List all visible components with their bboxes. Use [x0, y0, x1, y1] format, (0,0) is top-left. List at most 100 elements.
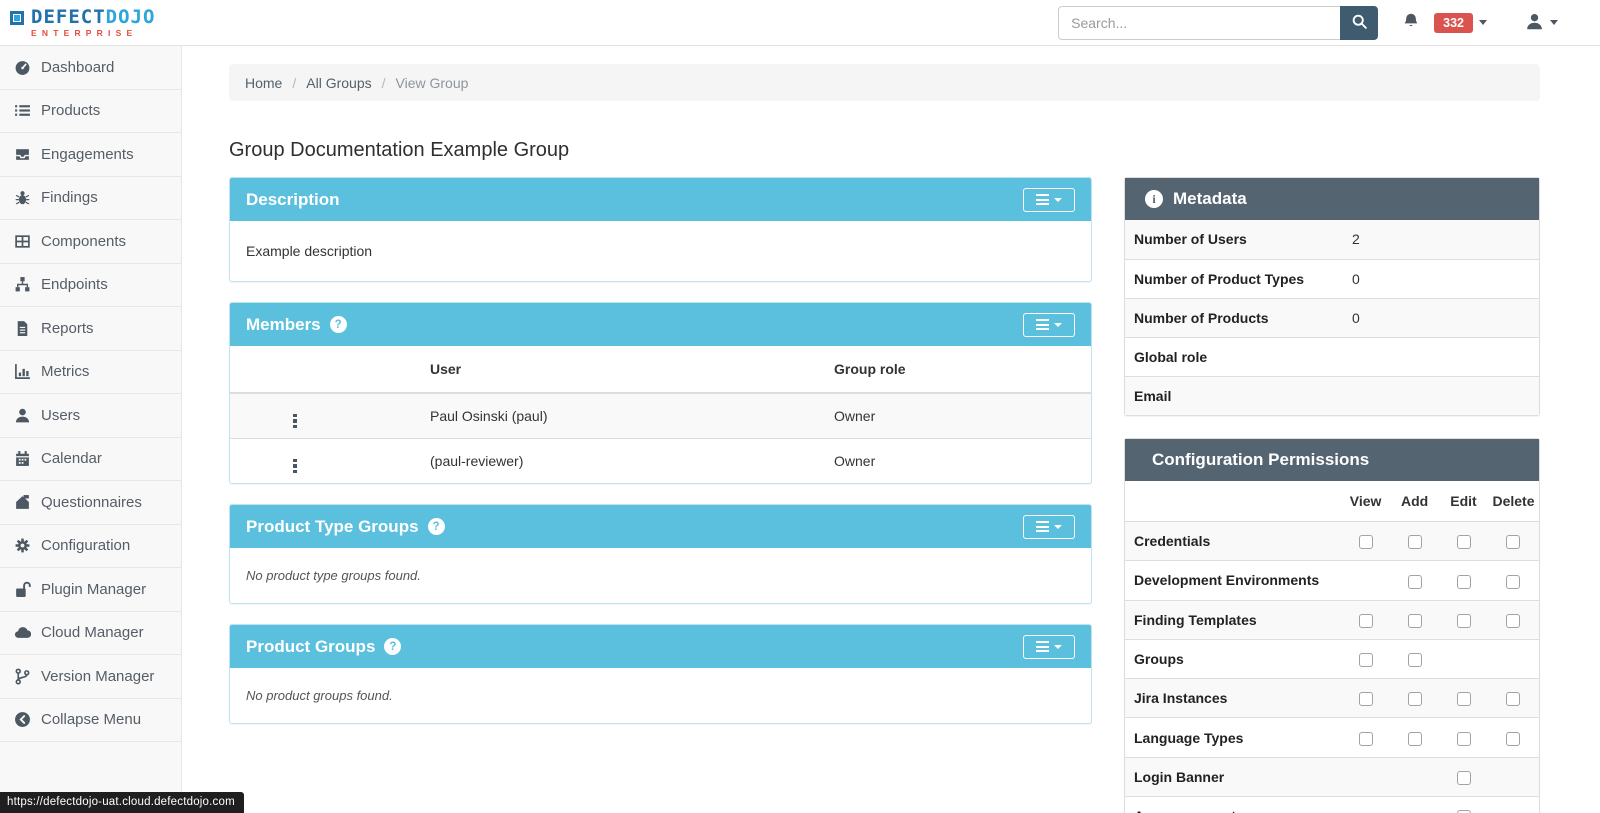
sidebar-item-label: Metrics: [41, 363, 89, 380]
member-row: Paul Osinski (paul)Owner: [230, 393, 1091, 439]
sidebar-item-plugin-manager[interactable]: Plugin Manager: [0, 568, 181, 612]
checkbox-finding-templates-delete[interactable]: [1506, 614, 1520, 628]
metadata-row: Global role: [1125, 337, 1539, 376]
permission-label: Login Banner: [1125, 757, 1341, 796]
metrics-icon: [14, 363, 31, 380]
permission-cell-edit: [1439, 561, 1488, 600]
sidebar-item-dashboard[interactable]: Dashboard: [0, 46, 181, 90]
permission-cell-add: [1390, 561, 1439, 600]
permission-cell-add: [1390, 600, 1439, 639]
checkbox-credentials-add[interactable]: [1408, 535, 1422, 549]
dashboard-icon: [14, 59, 31, 76]
checkbox-groups-view[interactable]: [1359, 653, 1373, 667]
checkbox-finding-templates-edit[interactable]: [1457, 614, 1471, 628]
description-panel-menu-button[interactable]: [1023, 188, 1075, 212]
search-group: [1058, 6, 1378, 40]
sidebar-item-components[interactable]: Components: [0, 220, 181, 264]
sidebar-item-label: Plugin Manager: [41, 581, 146, 598]
checkbox-finding-templates-view[interactable]: [1359, 614, 1373, 628]
sidebar-item-collapse-menu[interactable]: Collapse Menu: [0, 699, 181, 743]
checkbox-development-environments-delete[interactable]: [1506, 575, 1520, 589]
sidebar-item-findings[interactable]: Findings: [0, 177, 181, 221]
permission-cell-view: [1341, 600, 1390, 639]
checkbox-language-types-add[interactable]: [1408, 732, 1422, 746]
search-input[interactable]: [1058, 6, 1340, 40]
version-manager-icon: [14, 668, 31, 685]
sidebar-item-version-manager[interactable]: Version Manager: [0, 655, 181, 699]
metadata-row: Email: [1125, 376, 1539, 415]
sidebar-item-questionnaires[interactable]: Questionnaires: [0, 481, 181, 525]
row-menu-kebab-icon[interactable]: [293, 459, 297, 474]
sidebar-item-calendar[interactable]: Calendar: [0, 438, 181, 482]
search-icon: [1351, 13, 1368, 33]
permission-row: Development Environments: [1125, 561, 1539, 600]
sidebar-item-products[interactable]: Products: [0, 90, 181, 134]
checkbox-development-environments-add[interactable]: [1408, 575, 1422, 589]
notification-count-badge: 332: [1434, 13, 1473, 33]
components-icon: [14, 233, 31, 250]
permission-cell-edit: [1439, 757, 1488, 796]
permission-cell-add: [1390, 522, 1439, 561]
members-col-actions: [230, 346, 360, 393]
brand-text: DEFECTDOJO ENTERPRISE: [31, 8, 155, 38]
product-groups-panel-menu-button[interactable]: [1023, 635, 1075, 659]
help-icon[interactable]: ?: [330, 316, 347, 333]
brand-name-part1: DEFECT: [31, 6, 106, 28]
permission-label: Announcements: [1125, 797, 1341, 813]
permission-cell-view: [1341, 522, 1390, 561]
findings-icon: [14, 189, 31, 206]
product-type-groups-panel-menu-button[interactable]: [1023, 515, 1075, 539]
checkbox-credentials-edit[interactable]: [1457, 535, 1471, 549]
sidebar-item-users[interactable]: Users: [0, 394, 181, 438]
sidebar-item-reports[interactable]: Reports: [0, 307, 181, 351]
checkbox-language-types-view[interactable]: [1359, 732, 1373, 746]
sidebar-item-engagements[interactable]: Engagements: [0, 133, 181, 177]
checkbox-jira-instances-add[interactable]: [1408, 692, 1422, 706]
breadcrumb-all-groups[interactable]: All Groups: [306, 75, 371, 91]
sidebar-item-metrics[interactable]: Metrics: [0, 351, 181, 395]
checkbox-login-banner-edit[interactable]: [1457, 771, 1471, 785]
checkbox-finding-templates-add[interactable]: [1408, 614, 1422, 628]
configuration-permissions-table: ViewAddEditDelete CredentialsDevelopment…: [1125, 481, 1539, 813]
sidebar-item-endpoints[interactable]: Endpoints: [0, 264, 181, 308]
sidebar-item-label: Findings: [41, 189, 98, 206]
member-row: (paul-reviewer)Owner: [230, 439, 1091, 484]
row-menu-kebab-icon[interactable]: [293, 414, 297, 429]
permission-row: Jira Instances: [1125, 679, 1539, 718]
permission-cell-delete: [1488, 679, 1539, 718]
brand-mark-icon: [10, 11, 24, 25]
permission-cell-delete: [1488, 639, 1539, 678]
checkbox-development-environments-edit[interactable]: [1457, 575, 1471, 589]
chevron-down-icon: [1054, 323, 1062, 327]
permission-cell-add: [1390, 639, 1439, 678]
permission-cell-delete: [1488, 797, 1539, 813]
search-button[interactable]: [1340, 6, 1378, 40]
members-panel-menu-button[interactable]: [1023, 313, 1075, 337]
help-icon[interactable]: ?: [384, 638, 401, 655]
product-groups-panel-title: Product Groups: [246, 637, 375, 657]
member-group-role: Owner: [767, 393, 1091, 439]
checkbox-groups-add[interactable]: [1408, 653, 1422, 667]
permission-cell-delete: [1488, 757, 1539, 796]
permission-cell-add: [1390, 679, 1439, 718]
metadata-panel-title: Metadata: [1173, 189, 1247, 209]
sidebar-item-cloud-manager[interactable]: Cloud Manager: [0, 612, 181, 656]
checkbox-language-types-delete[interactable]: [1506, 732, 1520, 746]
checkbox-jira-instances-view[interactable]: [1359, 692, 1373, 706]
notifications-menu[interactable]: 332: [1402, 12, 1487, 33]
member-user: Paul Osinski (paul): [360, 393, 767, 439]
permissions-col-delete: Delete: [1488, 481, 1539, 522]
checkbox-jira-instances-edit[interactable]: [1457, 692, 1471, 706]
breadcrumb-home[interactable]: Home: [245, 75, 282, 91]
permissions-col-empty: [1125, 481, 1341, 522]
sidebar-item-label: Endpoints: [41, 276, 108, 293]
user-menu[interactable]: [1525, 12, 1558, 34]
checkbox-language-types-edit[interactable]: [1457, 732, 1471, 746]
checkbox-credentials-view[interactable]: [1359, 535, 1373, 549]
app-logo[interactable]: DEFECTDOJO ENTERPRISE: [10, 8, 155, 38]
sidebar-item-configuration[interactable]: Configuration: [0, 525, 181, 569]
sidebar-item-label: Users: [41, 407, 80, 424]
help-icon[interactable]: ?: [428, 518, 445, 535]
checkbox-credentials-delete[interactable]: [1506, 535, 1520, 549]
checkbox-jira-instances-delete[interactable]: [1506, 692, 1520, 706]
